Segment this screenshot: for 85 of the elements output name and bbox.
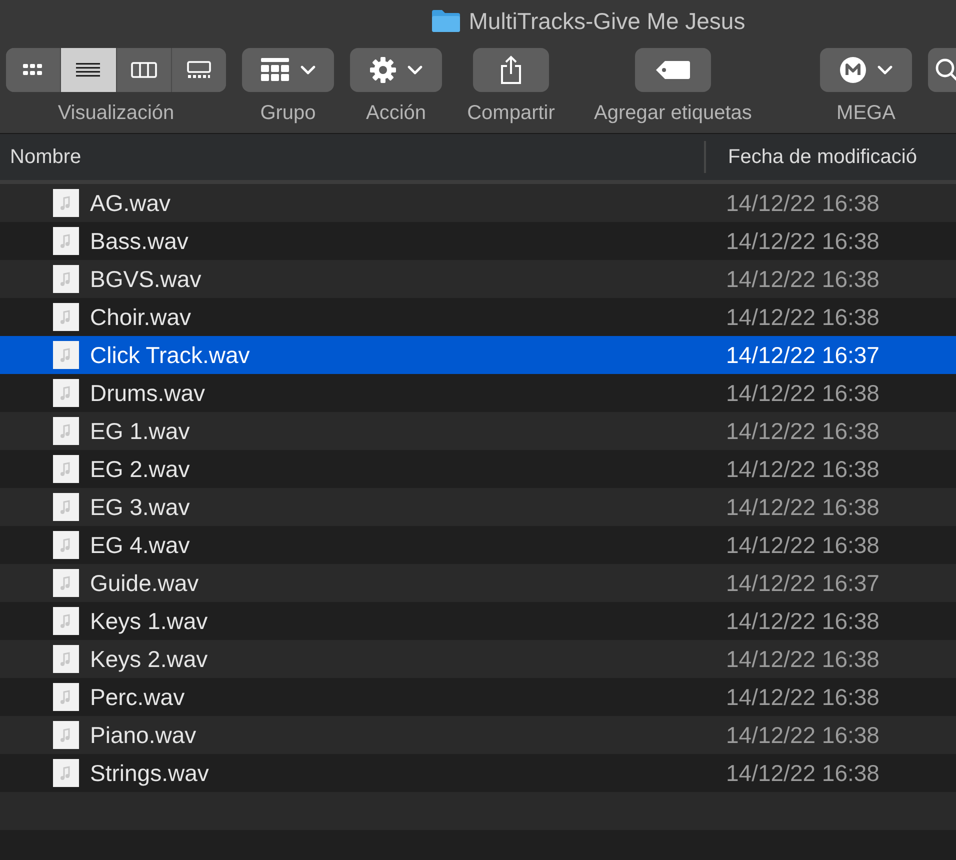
modified-date: 14/12/22 16:38: [726, 228, 880, 254]
file-name: EG 4.wav: [90, 532, 191, 558]
chevron-icon: [877, 65, 893, 75]
audio-file-icon: [52, 645, 80, 673]
audio-file-icon: [52, 493, 80, 521]
file-row[interactable]: Keys 2.wav 14/12/22 16:38: [0, 640, 956, 678]
file-name: EG 2.wav: [90, 456, 191, 482]
audio-file-icon: [52, 759, 80, 787]
file-name: Bass.wav: [90, 228, 190, 254]
modified-date: 14/12/22 16:38: [726, 646, 880, 672]
share-icon: [499, 55, 523, 85]
modified-date: 14/12/22 16:38: [726, 190, 880, 216]
toolbar-label: Grupo: [260, 102, 316, 125]
modified-date: 14/12/22 16:38: [726, 456, 880, 482]
view-switcher[interactable]: [6, 48, 226, 92]
file-name: Keys 1.wav: [90, 608, 209, 634]
toolbar-label: Agregar etiquetas: [594, 102, 752, 125]
window-title: MultiTracks-Give Me Jesus: [468, 8, 746, 34]
modified-date: 14/12/22 16:37: [726, 570, 880, 596]
chevron-icon: [407, 65, 423, 75]
toolbar-label: Compartir: [467, 102, 555, 125]
audio-file-icon: [52, 683, 80, 711]
modified-date: 14/12/22 16:38: [726, 494, 880, 520]
modified-date: 14/12/22 16:38: [726, 722, 880, 748]
chevron-icon: [300, 65, 316, 75]
file-name: Strings.wav: [90, 760, 210, 786]
file-row[interactable]: Click Track.wav 14/12/22 16:37: [0, 336, 956, 374]
search-icon: [934, 57, 956, 83]
file-name: Keys 2.wav: [90, 646, 209, 672]
audio-file-icon: [52, 721, 80, 749]
toolbar-button[interactable]: [635, 48, 711, 92]
audio-file-icon: [52, 227, 80, 255]
view-button[interactable]: [61, 48, 116, 92]
file-row[interactable]: AG.wav 14/12/22 16:38: [0, 184, 956, 222]
file-row[interactable]: EG 1.wav 14/12/22 16:38: [0, 412, 956, 450]
file-row[interactable]: EG 3.wav 14/12/22 16:38: [0, 488, 956, 526]
toolbar-label: Acción: [366, 102, 426, 125]
file-name: Click Track.wav: [90, 342, 251, 368]
tag-icon: [655, 60, 691, 80]
column-header[interactable]: Fecha de modificació: [706, 146, 917, 168]
file-row[interactable]: BGVS.wav 14/12/22 16:38: [0, 260, 956, 298]
toolbar-label: MEGA: [836, 102, 896, 125]
file-name: Perc.wav: [90, 684, 186, 710]
view-button[interactable]: [6, 48, 62, 92]
audio-file-icon: [52, 189, 80, 217]
file-row[interactable]: Guide.wav 14/12/22 16:37: [0, 564, 956, 602]
modified-date: 14/12/22 16:38: [726, 684, 880, 710]
column-header[interactable]: Nombre: [0, 141, 706, 173]
file-name: EG 3.wav: [90, 494, 191, 520]
modified-date: 14/12/22 16:38: [726, 532, 880, 558]
file-name: Guide.wav: [90, 570, 200, 596]
audio-file-icon: [52, 303, 80, 331]
gear-icon: [369, 56, 397, 84]
file-name: EG 1.wav: [90, 418, 191, 444]
audio-file-icon: [52, 455, 80, 483]
toolbar-button[interactable]: [473, 48, 549, 92]
modified-date: 14/12/22 16:38: [726, 266, 880, 292]
audio-file-icon: [52, 341, 80, 369]
audio-file-icon: [52, 417, 80, 445]
toolbar-menu-button[interactable]: [350, 48, 442, 92]
logo-icon: [839, 56, 867, 84]
audio-file-icon: [52, 569, 80, 597]
toolbar-label: Visualización: [58, 102, 174, 125]
modified-date: 14/12/22 16:38: [726, 418, 880, 444]
modified-date: 14/12/22 16:38: [726, 608, 880, 634]
modified-date: 14/12/22 16:38: [726, 304, 880, 330]
audio-file-icon: [52, 607, 80, 635]
file-name: AG.wav: [90, 190, 172, 216]
gallery-icon: [186, 60, 212, 80]
audio-file-icon: [52, 531, 80, 559]
modified-date: 14/12/22 16:38: [726, 380, 880, 406]
modified-date: 14/12/22 16:37: [726, 342, 880, 368]
group-grid-icon: [260, 57, 290, 83]
file-name: Choir.wav: [90, 304, 192, 330]
audio-file-icon: [52, 265, 80, 293]
file-name: Piano.wav: [90, 722, 198, 748]
audio-file-icon: [52, 379, 80, 407]
toolbar-menu-button[interactable]: [242, 48, 334, 92]
file-name: BGVS.wav: [90, 266, 202, 292]
columns-icon: [130, 60, 157, 80]
file-name: Drums.wav: [90, 380, 206, 406]
file-row[interactable]: Piano.wav 14/12/22 16:38: [0, 716, 956, 754]
toolbar-menu-button[interactable]: [820, 48, 912, 92]
modified-date: 14/12/22 16:38: [726, 760, 880, 786]
folder-icon: [430, 9, 461, 33]
